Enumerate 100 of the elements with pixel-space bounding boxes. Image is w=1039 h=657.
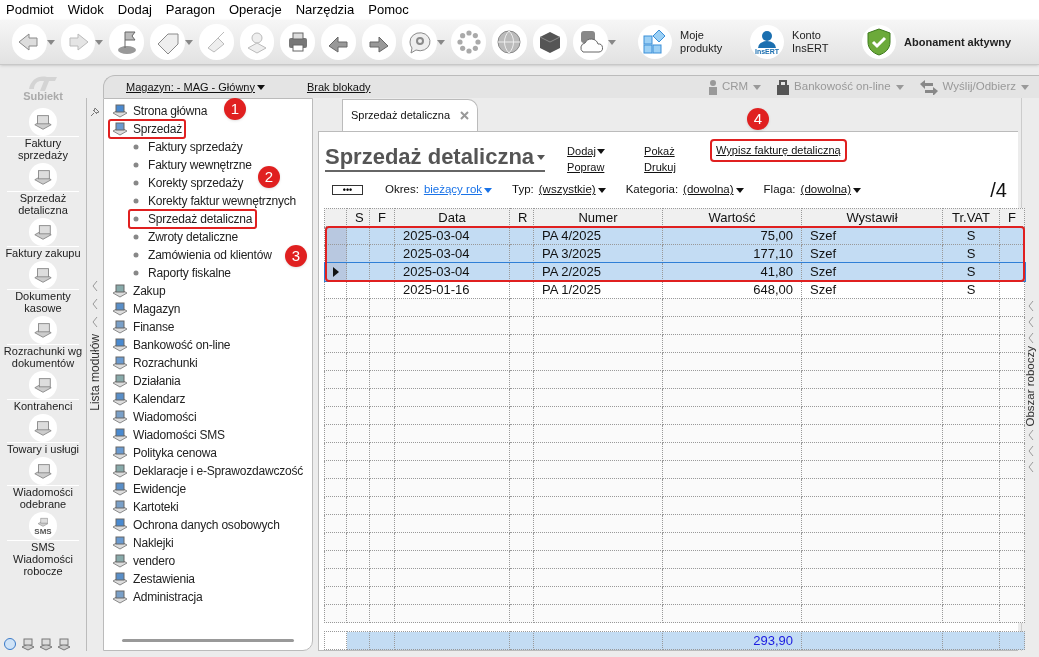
tree-item[interactable]: Polityka cenowa — [108, 443, 221, 463]
column-header[interactable]: F — [999, 208, 1025, 227]
toolbar-button[interactable] — [109, 24, 145, 60]
document-stack-icon: SMS — [29, 512, 57, 540]
toolbar-button[interactable] — [361, 24, 397, 60]
tree-item[interactable]: Faktury sprzedaży — [128, 137, 248, 157]
module-list-label[interactable]: Lista modułów — [86, 334, 104, 411]
column-header[interactable]: R — [509, 208, 534, 227]
table-row[interactable]: 2025-03-04 PA 4/2025 75,00 Szef S — [324, 226, 1025, 245]
tree-item[interactable]: Korekty sprzedaży — [128, 173, 249, 193]
chevron-left-icon[interactable] — [91, 278, 99, 294]
column-header[interactable]: Numer — [533, 208, 663, 227]
action-link[interactable]: Pokaż — [644, 143, 675, 160]
chevron-left-icon[interactable] — [1026, 298, 1035, 314]
tree-item[interactable]: Magazyn — [108, 299, 185, 319]
tree-item[interactable]: Faktury wewnętrzne — [128, 155, 257, 175]
workspace-label[interactable]: Obszar roboczy — [1021, 346, 1039, 427]
tree-item[interactable]: Sprzedaż — [108, 119, 187, 139]
tree-item[interactable]: Administracja — [108, 587, 207, 607]
nav-item[interactable]: Faktury zakupu — [0, 218, 86, 259]
pin-icon[interactable] — [89, 106, 101, 118]
document-stack-icon[interactable] — [57, 637, 71, 651]
action-link[interactable]: Wypisz fakturę detaliczną — [710, 139, 847, 162]
filter-dropdown[interactable]: (wszystkie) — [538, 181, 606, 199]
chevron-left-icon[interactable] — [1026, 314, 1035, 330]
table-row[interactable]: 2025-03-04 PA 2/2025 41,80 Szef S — [324, 262, 1025, 281]
nav-item[interactable]: SMS SMS Wiadomości robocze — [0, 512, 86, 577]
column-header[interactable]: Wystawił — [801, 208, 943, 227]
chevron-left-icon[interactable] — [1026, 330, 1035, 346]
dropdown-caret-icon — [437, 39, 446, 45]
tree-item[interactable]: Raporty fiskalne — [128, 263, 236, 283]
tree-item[interactable]: Kalendarz — [108, 389, 190, 409]
view-title[interactable]: Sprzedaż detaliczna — [325, 144, 546, 172]
menu-item[interactable]: Operacje — [228, 0, 282, 20]
nav-item[interactable]: Rozrachunki wg dokumentów — [0, 316, 86, 369]
bullet-icon — [133, 198, 139, 204]
tree-item[interactable]: Sprzedaż detaliczna — [128, 209, 258, 229]
tree-item[interactable]: Strona główna — [108, 101, 212, 121]
filter-dropdown[interactable]: (dowolna) — [683, 181, 744, 199]
tree-item[interactable]: Zwroty detaliczne — [128, 227, 243, 247]
action-link[interactable]: Popraw — [567, 159, 605, 176]
tree-item[interactable]: Zestawienia — [108, 569, 199, 589]
tree-item[interactable]: vendero — [108, 551, 179, 571]
column-header[interactable]: Wartość — [662, 208, 802, 227]
document-stack-icon[interactable] — [39, 637, 53, 651]
toolbar-button[interactable] — [573, 24, 609, 60]
menu-item[interactable]: Widok — [67, 0, 104, 20]
nav-item[interactable]: Sprzedaż detaliczna — [0, 163, 86, 216]
table-row[interactable]: 2025-01-16 PA 1/2025 648,00 Szef S — [324, 280, 1025, 299]
toolbar-button[interactable]: Moje produkty — [638, 25, 735, 59]
document-stack-icon[interactable] — [21, 637, 35, 651]
menu-item[interactable]: Narzędzia — [295, 0, 355, 20]
document-tab[interactable]: Sprzedaż detaliczna — [342, 99, 479, 131]
tree-item[interactable]: Kartoteki — [108, 497, 183, 517]
table-row[interactable]: 2025-03-04 PA 3/2025 177,10 Szef S — [324, 244, 1025, 263]
nav-item[interactable]: Kontrahenci — [0, 371, 86, 412]
toolbar-button[interactable] — [150, 24, 185, 60]
tree-item[interactable]: Wiadomości SMS — [108, 425, 229, 445]
menu-item[interactable]: Paragon — [165, 0, 215, 20]
toolbar-button[interactable] — [402, 24, 438, 60]
nav-item[interactable]: Towary i usługi — [0, 414, 86, 455]
menu-item[interactable]: Dodaj — [117, 0, 152, 20]
column-header[interactable]: Tr.VAT — [942, 208, 1000, 227]
action-link[interactable]: Drukuj — [644, 159, 676, 176]
tree-item[interactable]: Deklaracje i e-Sprawozdawczość — [108, 461, 308, 481]
toolbar-button[interactable] — [321, 24, 356, 60]
tree-item[interactable]: Wiadomości — [108, 407, 201, 427]
tree-item[interactable]: Ewidencje — [108, 479, 190, 499]
more-button[interactable]: ••• — [332, 185, 363, 195]
filter-dropdown[interactable]: bieżący rok — [423, 181, 493, 199]
tree-item[interactable]: Działania — [108, 371, 185, 391]
toolbar-button[interactable]: Abonament aktywny — [862, 25, 1012, 59]
column-header[interactable]: S — [346, 208, 370, 227]
tree-item[interactable]: Zamówienia od klientów — [128, 245, 277, 265]
tree-item[interactable]: Rozrachunki — [108, 353, 202, 373]
tree-item[interactable]: Naklejki — [108, 533, 178, 553]
circle-icon[interactable] — [3, 637, 17, 651]
menu-item[interactable]: Podmiot — [6, 0, 54, 20]
toolbar-button[interactable] — [280, 24, 316, 60]
nav-item[interactable]: Faktury sprzedaży — [0, 108, 86, 161]
action-link[interactable]: Dodaj — [567, 143, 605, 160]
toolbar-button[interactable] — [532, 24, 568, 60]
tree-item[interactable]: Bankowość on-line — [108, 335, 235, 355]
menu-item[interactable]: Pomoc — [368, 0, 409, 20]
filter-dropdown[interactable]: (dowolna) — [800, 181, 862, 199]
lock-status-link[interactable]: Brak blokady — [307, 78, 371, 96]
module-icon — [112, 122, 128, 136]
tree-item[interactable]: Zakup — [108, 281, 170, 301]
tree-item[interactable]: Ochrona danych osobowych — [108, 515, 284, 535]
column-header[interactable]: Data — [394, 208, 510, 227]
nav-item[interactable]: Wiadomości odebrane — [0, 457, 86, 510]
nav-item[interactable]: Dokumenty kasowe — [0, 261, 86, 314]
warehouse-link[interactable]: Magazyn: - MAG - Główny — [126, 78, 265, 96]
tree-item[interactable]: Finanse — [108, 317, 179, 337]
globe-icon — [495, 28, 524, 56]
column-header[interactable]: F — [369, 208, 395, 227]
chevron-left-icon[interactable] — [91, 296, 99, 312]
chevron-left-icon[interactable] — [91, 314, 99, 330]
tree-item[interactable]: Korekty faktur wewnętrznych — [128, 191, 301, 211]
close-icon[interactable] — [460, 111, 470, 120]
